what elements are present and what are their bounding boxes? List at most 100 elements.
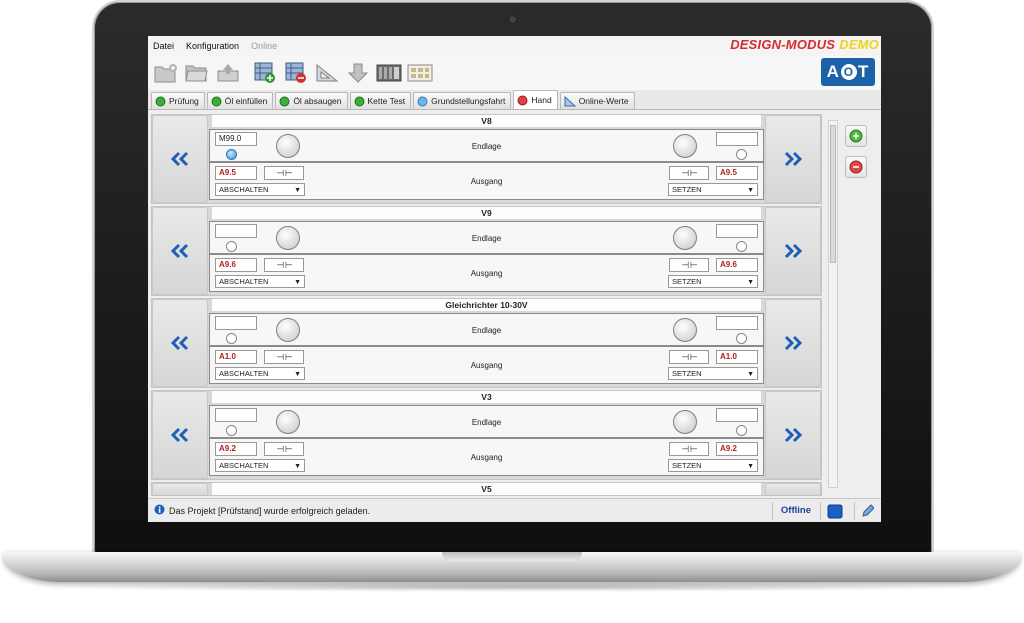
download-arrow-icon[interactable] — [344, 59, 372, 87]
status-led — [736, 149, 747, 160]
panel-title: V3 — [212, 391, 761, 403]
design-mode-label: DESIGN-MODUS DEMO — [730, 37, 879, 52]
next-button[interactable] — [765, 391, 821, 479]
plc-module-icon[interactable] — [375, 59, 403, 87]
indicator-lamp — [673, 318, 697, 342]
output-address[interactable]: A9.5 — [716, 166, 758, 180]
output-address[interactable]: A9.2 — [716, 442, 758, 456]
green-led-icon — [211, 96, 222, 107]
tab-oel-absaugen[interactable]: Öl absaugen — [275, 92, 348, 109]
chevron-down-icon: ▼ — [747, 371, 754, 378]
chevron-down-icon: ▼ — [294, 371, 301, 378]
mode-select[interactable]: SETZEN ▼ — [668, 459, 758, 472]
green-led-icon — [354, 96, 365, 107]
menu-online[interactable]: Online — [251, 41, 277, 51]
remove-row-icon[interactable] — [282, 59, 310, 87]
tab-label: Online-Werte — [578, 96, 629, 106]
tab-label: Öl absaugen — [293, 96, 342, 106]
panel-title: V5 — [212, 483, 761, 495]
tab-kette-test[interactable]: Kette Test — [349, 92, 412, 109]
tab-bar: Prüfung Öl einfüllen Öl absaugen Kette T… — [148, 90, 881, 110]
mode-select[interactable]: SETZEN ▼ — [668, 367, 758, 380]
right-input-field[interactable] — [716, 224, 758, 238]
scrollbar-thumb[interactable] — [830, 125, 836, 263]
previous-button[interactable] — [152, 299, 208, 387]
endlage-row: Endlage — [209, 405, 764, 438]
ausgang-row: A9.6 ⊣ ⊢ ABSCHALTEN ▼ Ausgang ⊣ ⊢ A9.6 SE… — [209, 254, 764, 292]
vertical-scrollbar[interactable] — [828, 120, 838, 488]
toolbar: AOT — [148, 56, 881, 90]
triangle-ruler-icon[interactable] — [313, 59, 341, 87]
new-project-icon[interactable] — [152, 59, 180, 87]
monitor-icon[interactable] — [827, 504, 843, 521]
mode-select-value: ABSCHALTEN — [219, 369, 269, 378]
open-folder-icon[interactable] — [183, 59, 211, 87]
output-address[interactable]: A9.6 — [716, 258, 758, 272]
tab-grundstellungsfahrt[interactable]: Grundstellungsfahrt — [413, 92, 512, 109]
chevron-down-icon: ▼ — [747, 187, 754, 194]
mode-select-value: ABSCHALTEN — [219, 461, 269, 470]
previous-button[interactable] — [152, 483, 208, 495]
logo-letter-a: A — [826, 62, 840, 81]
grid-panel-icon[interactable] — [406, 59, 434, 87]
tab-online-werte[interactable]: Online-Werte — [559, 92, 635, 109]
device-panel: V8 M99.0 Endlage A9.5 ⊣ ⊢ ABSCHALTEN ▼ Au… — [151, 114, 822, 204]
contact-button[interactable]: ⊣ ⊢ — [669, 442, 709, 456]
previous-button[interactable] — [152, 207, 208, 295]
tab-pruefung[interactable]: Prüfung — [151, 92, 205, 109]
mode-select[interactable]: SETZEN ▼ — [668, 183, 758, 196]
device-panel: V9 Endlage A9.6 ⊣ ⊢ ABSCHALTEN ▼ Ausgang … — [151, 206, 822, 296]
triangle-ruler-icon — [564, 95, 576, 107]
previous-button[interactable] — [152, 391, 208, 479]
aot-logo: AOT — [821, 58, 875, 86]
minus-icon — [849, 160, 863, 174]
status-bar: Das Projekt [Prüfstand] wurde erfolgreic… — [148, 498, 881, 522]
save-icon[interactable] — [214, 59, 242, 87]
chevron-down-icon: ▼ — [747, 279, 754, 286]
tab-label: Prüfung — [169, 96, 199, 106]
device-panel: V5 — [151, 482, 822, 496]
endlage-row: Endlage — [209, 313, 764, 346]
contact-button[interactable]: ⊣ ⊢ — [669, 258, 709, 272]
status-led — [736, 425, 747, 436]
panel-title: V8 — [212, 115, 761, 127]
contact-button[interactable]: ⊣ ⊢ — [669, 350, 709, 364]
tab-label: Grundstellungsfahrt — [431, 96, 506, 106]
endlage-row: Endlage — [209, 221, 764, 254]
menu-datei[interactable]: Datei — [153, 41, 174, 51]
right-input-field[interactable] — [716, 408, 758, 422]
next-button[interactable] — [765, 299, 821, 387]
tab-hand[interactable]: Hand — [513, 90, 558, 109]
red-led-icon — [517, 95, 528, 106]
demo-text: DEMO — [839, 37, 879, 52]
tab-oel-einfuellen[interactable]: Öl einfüllen — [206, 92, 274, 109]
green-led-icon — [279, 96, 290, 107]
right-input-field[interactable] — [716, 132, 758, 146]
contact-button[interactable]: ⊣ ⊢ — [669, 166, 709, 180]
connection-status[interactable]: Offline — [781, 505, 811, 516]
remove-button[interactable] — [845, 156, 867, 178]
add-button[interactable] — [845, 125, 867, 147]
right-input-field[interactable] — [716, 316, 758, 330]
mode-select-value: SETZEN — [672, 277, 702, 286]
next-button[interactable] — [765, 115, 821, 203]
indicator-lamp — [673, 226, 697, 250]
previous-button[interactable] — [152, 115, 208, 203]
chevron-down-icon: ▼ — [294, 187, 301, 194]
ausgang-row: A9.5 ⊣ ⊢ ABSCHALTEN ▼ Ausgang ⊣ ⊢ A9.5 SE… — [209, 162, 764, 200]
chevron-down-icon: ▼ — [294, 279, 301, 286]
next-button[interactable] — [765, 207, 821, 295]
panel-title: V9 — [212, 207, 761, 219]
mode-select-value: SETZEN — [672, 461, 702, 470]
pencil-icon[interactable] — [860, 503, 875, 521]
add-row-icon[interactable] — [251, 59, 279, 87]
output-address[interactable]: A1.0 — [716, 350, 758, 364]
next-button[interactable] — [765, 483, 821, 495]
chevron-down-icon: ▼ — [747, 463, 754, 470]
panel-title: Gleichrichter 10-30V — [212, 299, 761, 311]
mode-select[interactable]: SETZEN ▼ — [668, 275, 758, 288]
mode-select-value: ABSCHALTEN — [219, 185, 269, 194]
status-led — [736, 333, 747, 344]
menu-konfiguration[interactable]: Konfiguration — [186, 41, 239, 51]
tab-label: Kette Test — [367, 96, 406, 106]
